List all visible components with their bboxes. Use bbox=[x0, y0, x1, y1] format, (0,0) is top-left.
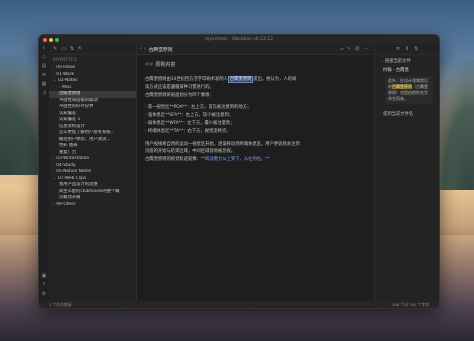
command-palette-icon[interactable]: ≫ bbox=[39, 71, 49, 80]
sort-order-icon[interactable]: ⇅ bbox=[414, 46, 418, 52]
file-explorer-toolbar: ✎ ▭ ⇅ ⇱ bbox=[49, 44, 136, 55]
list-item-3: - 弱休息区**WFA**：左下方，最少被注意到； bbox=[145, 120, 235, 126]
file-tree: 00-Inbox01-Work02-NotesMisc古腾堡原则平面性和层级的联… bbox=[49, 65, 136, 208]
templates-icon[interactable]: ▦ bbox=[39, 80, 49, 89]
status-bar: 1 个反向链接 286 个词 762 个字符 bbox=[39, 301, 439, 308]
daily-note-icon[interactable]: ▤ bbox=[39, 62, 49, 71]
note-content[interactable]: ## 原则内容 古腾堡原则由14世纪西方活字印刷术发明人 古腾堡原则 提出。他认为，人… bbox=[137, 55, 373, 164]
sort-icon[interactable]: ⇅ bbox=[70, 46, 74, 52]
editor-tab-bar: ‹ › 古腾堡原则 ▭ ✎ ⛓ ⋯ bbox=[137, 44, 373, 55]
linked-mentions-header[interactable]: 链接当前文件 bbox=[375, 55, 439, 66]
folder-item[interactable]: 99-Other bbox=[49, 202, 136, 209]
backlink-count: 1 个反向链接 bbox=[49, 302, 72, 307]
paragraph-1: 古腾堡原则由14世纪西方活字印刷术发明人 古腾堡原则 提出。他认为，人的阅 bbox=[145, 76, 297, 83]
list-item-1: - 第一视觉区**POA**：左上方，首先被注意到的地方； bbox=[145, 105, 252, 111]
editor-pane: ‹ › 古腾堡原则 ▭ ✎ ⛓ ⋯ ## 原则内容 古腾堡原则由14世纪西方活字印… bbox=[137, 44, 373, 301]
list-item-2: - 强休息区**SFA**：右上方，较少被注意到； bbox=[145, 113, 234, 119]
list-item-4: - 终端休息区**TA**：右下方，视觉流终点。 bbox=[145, 128, 231, 134]
unlinked-mentions-header[interactable]: 提到当前文件名 bbox=[375, 108, 439, 119]
random-note-icon[interactable]: ⤨ bbox=[39, 89, 49, 98]
highlighted-link[interactable]: 古腾堡原则 bbox=[227, 76, 254, 83]
paragraph-1-line-3: 古腾堡原则将画面划分为四个象限： bbox=[145, 92, 214, 98]
close-window-button[interactable] bbox=[43, 37, 47, 42]
zoom-window-button[interactable] bbox=[55, 37, 59, 42]
paragraph-2-line-1: 用户视线将自然的运动一视觉区开始，逐渐移动到终端休息区。用户更容易关注到 bbox=[145, 141, 300, 147]
paragraph-2-line-2: 页面的开始与结束区域，中间区域容易被忽视。 bbox=[145, 149, 236, 155]
help-icon[interactable]: ? bbox=[39, 281, 49, 290]
show-more-context-icon[interactable]: ⇕ bbox=[405, 46, 409, 52]
backlink-file[interactable]: 约翰 - 古腾堡 bbox=[375, 66, 439, 74]
obsidian-window: myvchess - Obsidian v0.12.12 ⌕ ◇ ▤ ≫ ▦ ⤨… bbox=[38, 34, 440, 309]
vault-name: MYNOTES bbox=[53, 58, 78, 63]
editor-actions[interactable]: ▭ ✎ ⛓ ⋯ bbox=[339, 47, 373, 52]
vault-switcher-icon[interactable]: ▣ bbox=[39, 272, 49, 281]
paragraph-1-line-2: 读方式应该是遵循某种习惯进行的。 bbox=[145, 84, 214, 90]
minimize-window-button[interactable] bbox=[49, 37, 53, 42]
backlinks-toolbar: ≡ ⇕ ⇅ bbox=[375, 44, 439, 55]
new-folder-icon[interactable]: ▭ bbox=[61, 46, 66, 52]
title-bar: myvchess - Obsidian v0.12.12 bbox=[39, 35, 439, 44]
collapse-results-icon[interactable]: ≡ bbox=[396, 46, 400, 52]
note-heading: ## 原则内容 bbox=[145, 62, 176, 68]
note-title: 古腾堡原则 bbox=[148, 47, 173, 53]
graph-view-icon[interactable]: ◇ bbox=[39, 53, 49, 62]
paragraph-3: 古腾堡原则的视觉轨迹就像：**阅读重力从上到下，从左到右。** bbox=[145, 157, 270, 163]
open-quick-switcher-icon[interactable]: ⌕ bbox=[39, 44, 49, 53]
window-controls bbox=[43, 37, 59, 42]
window-title: myvchess - Obsidian v0.12.12 bbox=[205, 37, 273, 42]
settings-gear-icon[interactable]: ⚙ bbox=[39, 290, 49, 299]
nav-back-forward-icon[interactable]: ‹ › bbox=[137, 46, 149, 52]
word-count: 286 个词 762 个字符 bbox=[391, 302, 429, 307]
backlink-snippet[interactable]: 此外，在设计领域常见的古腾堡原则（古腾堡原则）也是由他的名字命名而来。 bbox=[385, 76, 433, 104]
collapse-all-icon[interactable]: ⇱ bbox=[78, 46, 82, 52]
backlinks-pane: ≡ ⇕ ⇅ 链接当前文件 约翰 - 古腾堡 此外，在设计领域常见的古腾堡原则（古… bbox=[374, 44, 439, 301]
new-note-icon[interactable]: ✎ bbox=[53, 46, 57, 52]
file-explorer: ✎ ▭ ⇅ ⇱ MYNOTES 00-Inbox01-Work02-NotesM… bbox=[49, 44, 137, 301]
